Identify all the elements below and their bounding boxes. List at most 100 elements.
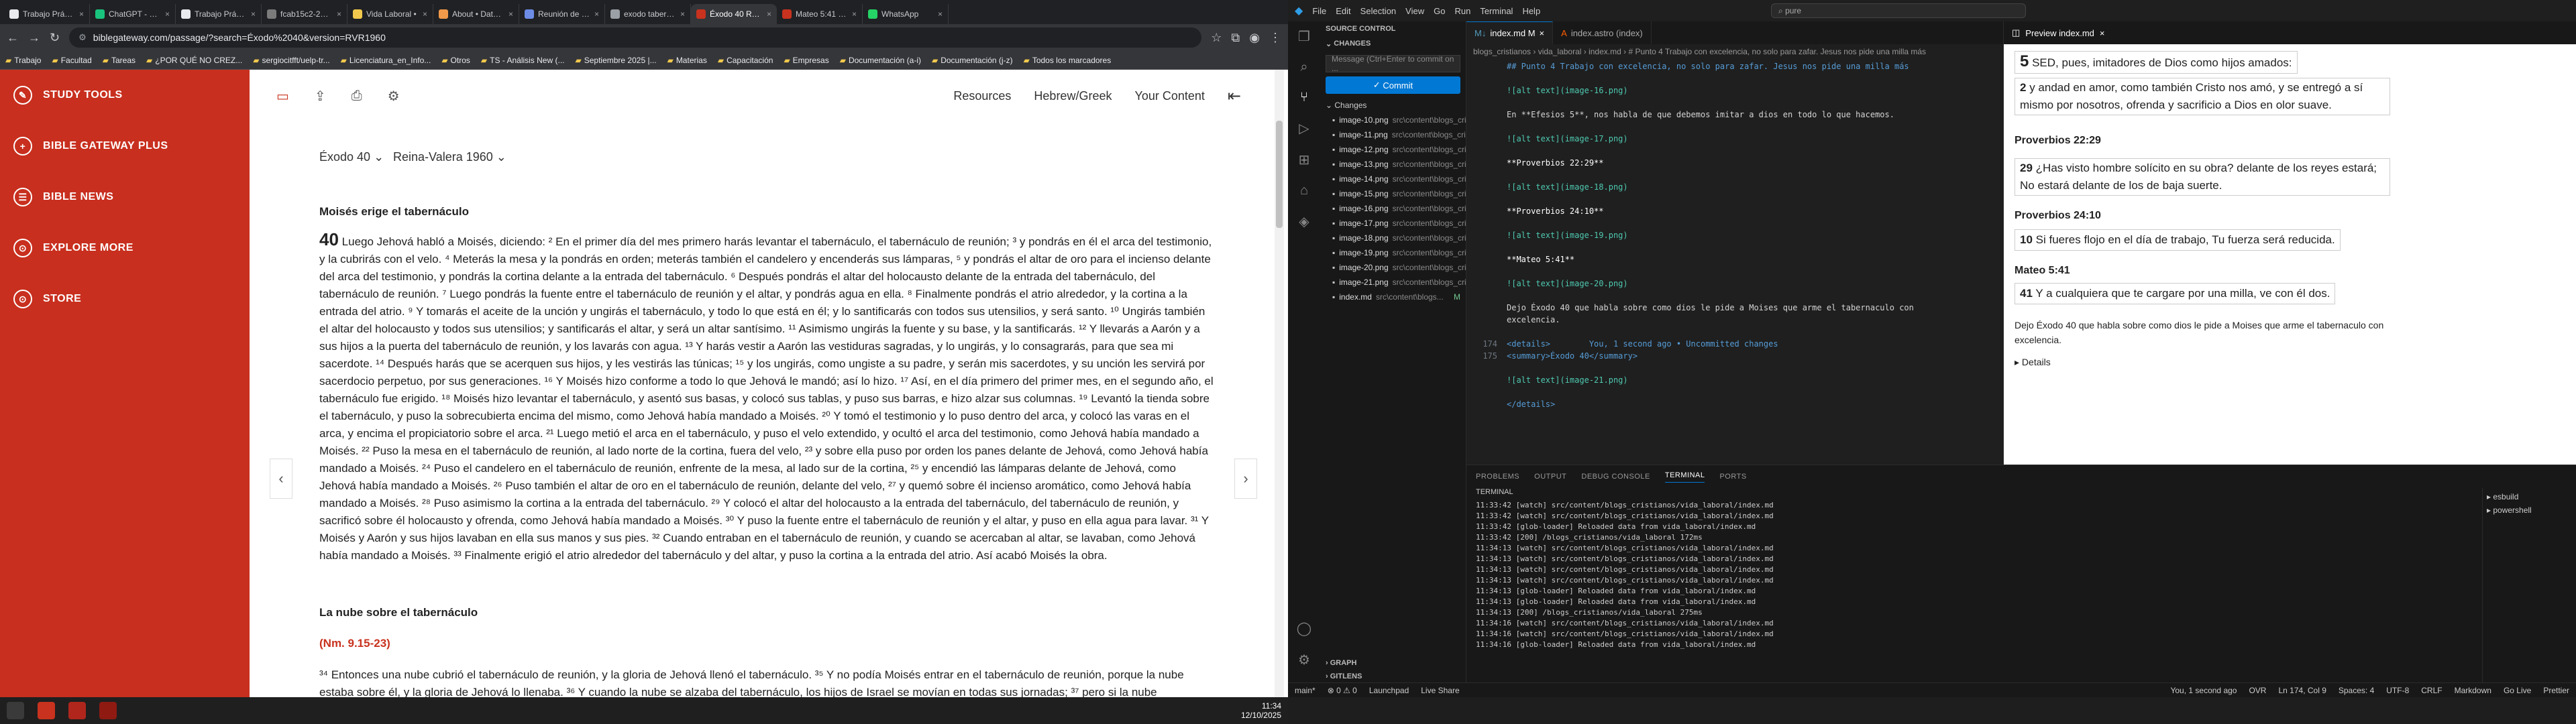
back-icon[interactable]: ← bbox=[7, 31, 19, 45]
details-toggle[interactable]: ▸ Details bbox=[2015, 353, 2051, 371]
bookmark-item[interactable]: ▰ Otros bbox=[441, 56, 470, 65]
scrollbar-thumb[interactable] bbox=[1276, 121, 1283, 228]
bookmark-item[interactable]: ▰ ¿POR QUÉ NO CREZ... bbox=[146, 56, 242, 65]
bookmark-item[interactable]: ▰ Capacitación bbox=[718, 56, 773, 65]
changed-file[interactable]: ▪image-15.pngsrc\content\blogs_cristia..… bbox=[1320, 186, 1466, 201]
terminal-session[interactable]: ▸ esbuild bbox=[2487, 492, 2572, 505]
address-bar[interactable]: ⚙ biblegateway.com/passage/?search=Éxodo… bbox=[69, 27, 1202, 48]
bookmark-item[interactable]: ▰ Septiembre 2025 |... bbox=[575, 56, 656, 65]
tab-index-astro[interactable]: Aindex.astro (index) bbox=[1553, 21, 1652, 44]
changed-file[interactable]: ▪image-14.pngsrc\content\blogs_cristia..… bbox=[1320, 172, 1466, 186]
status-item[interactable]: You, 1 second ago bbox=[2170, 686, 2237, 695]
browser-tab[interactable]: Éxodo 40 RVR × bbox=[691, 4, 777, 24]
account-icon[interactable]: ◯ bbox=[1297, 620, 1311, 637]
gitlens-icon[interactable]: ◈ bbox=[1299, 213, 1309, 230]
taskbar-app-icon[interactable] bbox=[7, 702, 24, 719]
panel-tab[interactable]: PORTS bbox=[1719, 473, 1746, 481]
changed-file[interactable]: ▪image-18.pngsrc\content\blogs_cristia..… bbox=[1320, 231, 1466, 245]
bookmark-item[interactable]: ▰ TS - Análisis New (... bbox=[481, 56, 565, 65]
panel-tab[interactable]: TERMINAL bbox=[1664, 471, 1705, 483]
status-item[interactable]: Launchpad bbox=[1369, 686, 1409, 695]
status-item[interactable]: Prettier bbox=[2543, 686, 2569, 695]
panel-tab[interactable]: PROBLEMS bbox=[1476, 473, 1519, 481]
changed-file[interactable]: ▪image-17.pngsrc\content\blogs_cristia..… bbox=[1320, 216, 1466, 231]
menu-item[interactable]: File bbox=[1312, 6, 1326, 16]
status-item[interactable]: OVR bbox=[2249, 686, 2266, 695]
book-icon[interactable]: ▭ bbox=[276, 88, 289, 105]
browser-tab[interactable]: Trabajo Práctico N° × bbox=[176, 4, 262, 24]
site-info-icon[interactable]: ⚙ bbox=[78, 32, 87, 43]
code-editor[interactable]: ## Punto 4 Trabajo con excelencia, no so… bbox=[1466, 59, 2003, 465]
sidebar-item[interactable]: ⊙ STORE bbox=[0, 274, 250, 324]
collapse-icon[interactable]: ⇤ bbox=[1228, 86, 1241, 106]
browser-tab[interactable]: WhatsApp × bbox=[863, 4, 949, 24]
taskbar-app-icon[interactable] bbox=[99, 702, 117, 719]
browser-tab[interactable]: Mateo 5:41 RVA - × bbox=[777, 4, 863, 24]
sidebar-item[interactable]: ☰ BIBLE NEWS bbox=[0, 172, 250, 223]
book-select[interactable]: Éxodo 40 ⌄ bbox=[319, 150, 384, 164]
menu-item[interactable]: Run bbox=[1454, 6, 1470, 16]
manage-icon[interactable]: ⚙ bbox=[1298, 652, 1310, 668]
taskbar-app-icon[interactable] bbox=[68, 702, 86, 719]
changed-file[interactable]: ▪image-16.pngsrc\content\blogs_cristia..… bbox=[1320, 201, 1466, 216]
changed-file[interactable]: ▪image-19.pngsrc\content\blogs_cristia..… bbox=[1320, 245, 1466, 260]
changed-file[interactable]: ▪image-12.pngsrc\content\blogs_cristia..… bbox=[1320, 142, 1466, 157]
changed-file[interactable]: ▪image-10.pngsrc\content\blogs_cristia..… bbox=[1320, 113, 1466, 127]
extensions-icon[interactable]: ⊞ bbox=[1299, 152, 1310, 168]
command-search[interactable]: ⌕ pure bbox=[1771, 3, 2026, 18]
forward-icon[interactable]: → bbox=[28, 31, 40, 45]
menu-item[interactable]: Edit bbox=[1336, 6, 1350, 16]
browser-tab[interactable]: Reunión de Jóvene... × bbox=[519, 4, 605, 24]
bookmark-item[interactable]: ▰ Documentación (a-i) bbox=[840, 56, 921, 65]
close-tab-icon[interactable]: × bbox=[767, 9, 771, 19]
bookmark-item[interactable]: ▰ Trabajo bbox=[5, 56, 41, 65]
menu-icon[interactable]: ⋮ bbox=[1269, 31, 1281, 45]
preview-tab[interactable]: ◫ Preview index.md × bbox=[2004, 21, 2576, 44]
status-item[interactable]: Live Share bbox=[1421, 686, 1459, 695]
sidebar-item[interactable]: ✎ STUDY TOOLS bbox=[0, 70, 250, 121]
prev-chapter-button[interactable]: ‹ bbox=[270, 459, 292, 499]
browser-tab[interactable]: ChatGPT - Portfolio × bbox=[90, 4, 176, 24]
taskbar-app-icon[interactable] bbox=[38, 702, 55, 719]
browser-tab[interactable]: Vida Laboral • × bbox=[347, 4, 433, 24]
version-select[interactable]: Reina-Valera 1960 ⌄ bbox=[393, 150, 506, 164]
panel-tab[interactable]: OUTPUT bbox=[1534, 473, 1566, 481]
tab-index-md[interactable]: M↓ index.md M × bbox=[1466, 21, 1554, 44]
close-tab-icon[interactable]: × bbox=[508, 9, 513, 19]
graph-section[interactable]: › GRAPH bbox=[1320, 656, 1362, 670]
status-item[interactable]: CRLF bbox=[2421, 686, 2442, 695]
browser-tab[interactable]: exodo tabernaculo × bbox=[605, 4, 691, 24]
status-item[interactable]: Markdown bbox=[2455, 686, 2491, 695]
profile-icon[interactable]: ◉ bbox=[1249, 31, 1260, 45]
status-item[interactable]: main* bbox=[1295, 686, 1316, 695]
close-tab-icon[interactable]: × bbox=[938, 9, 943, 19]
changes-group[interactable]: ⌄ Changes bbox=[1320, 98, 1466, 113]
changed-file[interactable]: ▪image-11.pngsrc\content\blogs_cristia..… bbox=[1320, 127, 1466, 142]
status-item[interactable]: UTF-8 bbox=[2386, 686, 2409, 695]
status-item[interactable]: Ln 174, Col 9 bbox=[2278, 686, 2326, 695]
close-tab-icon[interactable]: × bbox=[337, 9, 341, 19]
changed-file[interactable]: ▪image-20.pngsrc\content\blogs_cristia..… bbox=[1320, 260, 1466, 275]
menu-item[interactable]: View bbox=[1405, 6, 1424, 16]
changed-file[interactable]: ▪ index.md src\content\blogs... M bbox=[1320, 290, 1466, 304]
close-tab-icon[interactable]: × bbox=[680, 9, 685, 19]
extensions-icon[interactable]: ⧉ bbox=[1231, 31, 1240, 45]
menu-item[interactable]: Terminal bbox=[1480, 6, 1513, 16]
status-item[interactable]: Go Live bbox=[2504, 686, 2531, 695]
changes-section[interactable]: ⌄ CHANGES bbox=[1320, 36, 1466, 51]
run-debug-icon[interactable]: ▷ bbox=[1299, 120, 1309, 137]
terminal-session[interactable]: ▸ powershell bbox=[2487, 505, 2572, 519]
close-tab-icon[interactable]: × bbox=[852, 9, 857, 19]
gitlens-section[interactable]: › GITLENS bbox=[1320, 669, 1367, 684]
commit-button[interactable]: ✓ Commit bbox=[1326, 76, 1460, 94]
bookmark-item[interactable]: ▰ Licenciatura_en_Info... bbox=[341, 56, 431, 65]
taskbar-clock[interactable]: 11:34 12/10/2025 bbox=[1241, 701, 1281, 720]
bookmark-item[interactable]: ▰ Materias bbox=[667, 56, 707, 65]
close-tab-icon[interactable]: × bbox=[251, 9, 256, 19]
sidebar-item[interactable]: ⊙ EXPLORE MORE bbox=[0, 223, 250, 274]
cross-reference-link[interactable]: (Nm. 9.15-23) bbox=[319, 637, 390, 650]
close-tab-icon[interactable]: × bbox=[423, 9, 427, 19]
commit-message-input[interactable]: Message (Ctrl+Enter to commit on ... bbox=[1326, 54, 1460, 73]
panel-tab[interactable]: DEBUG CONSOLE bbox=[1581, 473, 1650, 481]
bookmark-item[interactable]: ▰ Documentación (j-z) bbox=[932, 56, 1013, 65]
